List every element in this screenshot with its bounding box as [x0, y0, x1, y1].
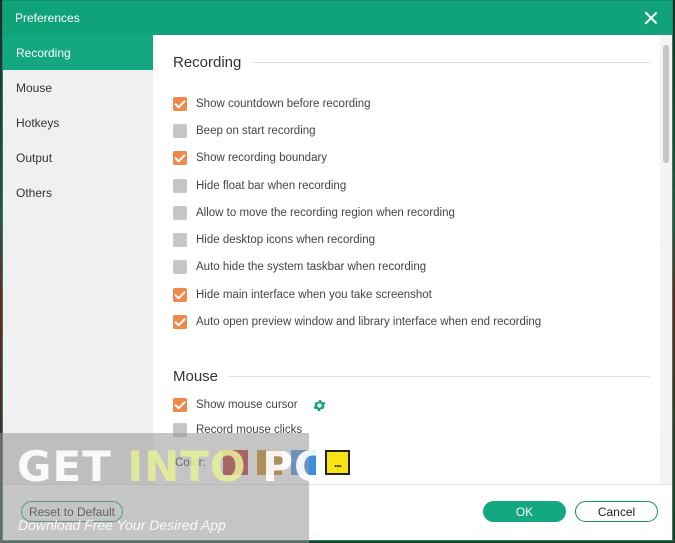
- recording-option[interactable]: Show recording boundary: [173, 145, 660, 172]
- gear-icon[interactable]: [312, 398, 327, 413]
- checkbox[interactable]: [173, 260, 187, 275]
- recording-section-title: Recording: [173, 53, 242, 71]
- checkbox[interactable]: [173, 96, 187, 111]
- recording-option[interactable]: Show countdown before recording: [173, 90, 660, 117]
- color-picker-row: Color: ...: [173, 449, 660, 477]
- checkbox[interactable]: [173, 398, 187, 413]
- sidebar-item-recording[interactable]: Recording: [3, 35, 153, 70]
- scrollbar[interactable]: [660, 35, 672, 484]
- recording-section-header: Recording: [173, 51, 660, 73]
- option-label: Auto hide the system taskbar when record…: [196, 261, 427, 274]
- option-label: Auto open preview window and library int…: [196, 316, 542, 329]
- checkbox[interactable]: [173, 423, 187, 438]
- more-colors-button[interactable]: ...: [325, 450, 350, 476]
- color-swatch-red[interactable]: [223, 450, 248, 476]
- mouse-section-header: Mouse: [173, 366, 660, 388]
- option-label: Show recording boundary: [196, 152, 328, 165]
- option-label: Show countdown before recording: [196, 97, 371, 110]
- checkbox[interactable]: [173, 287, 187, 302]
- cancel-button[interactable]: Cancel: [575, 501, 658, 522]
- recording-option[interactable]: Auto hide the system taskbar when record…: [173, 254, 660, 281]
- option-label: Hide main interface when you take screen…: [196, 288, 432, 301]
- ok-button[interactable]: OK: [483, 501, 566, 522]
- checkbox[interactable]: [173, 178, 187, 193]
- sidebar-item-mouse[interactable]: Mouse: [3, 70, 153, 105]
- window-title: Preferences: [15, 11, 80, 25]
- section-divider: [251, 61, 650, 63]
- option-label: Hide float bar when recording: [196, 179, 347, 192]
- sidebar: Recording Mouse Hotkeys Output Others: [3, 35, 153, 484]
- color-swatch-orange[interactable]: [257, 450, 282, 476]
- recording-option[interactable]: Hide main interface when you take screen…: [173, 281, 660, 308]
- checkbox[interactable]: [173, 233, 187, 248]
- option-label: Hide desktop icons when recording: [196, 234, 375, 247]
- preferences-dialog: Preferences Recording Mouse Hotkeys Outp…: [2, 0, 673, 541]
- checkbox[interactable]: [173, 315, 187, 330]
- sidebar-item-output[interactable]: Output: [3, 140, 153, 175]
- recording-option[interactable]: Hide float bar when recording: [173, 172, 660, 199]
- option-label: Beep on start recording: [196, 124, 316, 137]
- recording-option[interactable]: Hide desktop icons when recording: [173, 226, 660, 253]
- checkbox[interactable]: [173, 205, 187, 220]
- close-icon[interactable]: [640, 7, 662, 29]
- option-record-mouse-clicks[interactable]: Record mouse clicks: [173, 418, 660, 443]
- reset-to-default-button[interactable]: Reset to Default: [21, 501, 123, 522]
- sidebar-item-others[interactable]: Others: [3, 175, 153, 210]
- option-label: Allow to move the recording region when …: [196, 206, 455, 219]
- checkbox[interactable]: [173, 151, 187, 166]
- checkbox[interactable]: [173, 123, 187, 138]
- settings-panel: Recording Show countdown before recordin…: [153, 35, 660, 484]
- scrollbar-thumb[interactable]: [663, 45, 669, 163]
- sidebar-item-hotkeys[interactable]: Hotkeys: [3, 105, 153, 140]
- title-bar: Preferences: [3, 1, 672, 35]
- recording-option[interactable]: Beep on start recording: [173, 117, 660, 144]
- recording-option[interactable]: Auto open preview window and library int…: [173, 308, 660, 335]
- option-show-mouse-cursor[interactable]: Show mouse cursor: [173, 393, 660, 418]
- option-label: Record mouse clicks: [196, 424, 303, 437]
- section-divider: [228, 376, 650, 378]
- option-label: Show mouse cursor: [196, 399, 298, 412]
- mouse-section-title: Mouse: [173, 368, 219, 386]
- recording-option[interactable]: Allow to move the recording region when …: [173, 199, 660, 226]
- color-label: Color:: [175, 456, 206, 469]
- dialog-footer: Reset to Default OK Cancel: [3, 484, 672, 540]
- color-swatch-blue[interactable]: [291, 450, 316, 476]
- recording-options: Show countdown before recording Beep on s…: [173, 90, 660, 336]
